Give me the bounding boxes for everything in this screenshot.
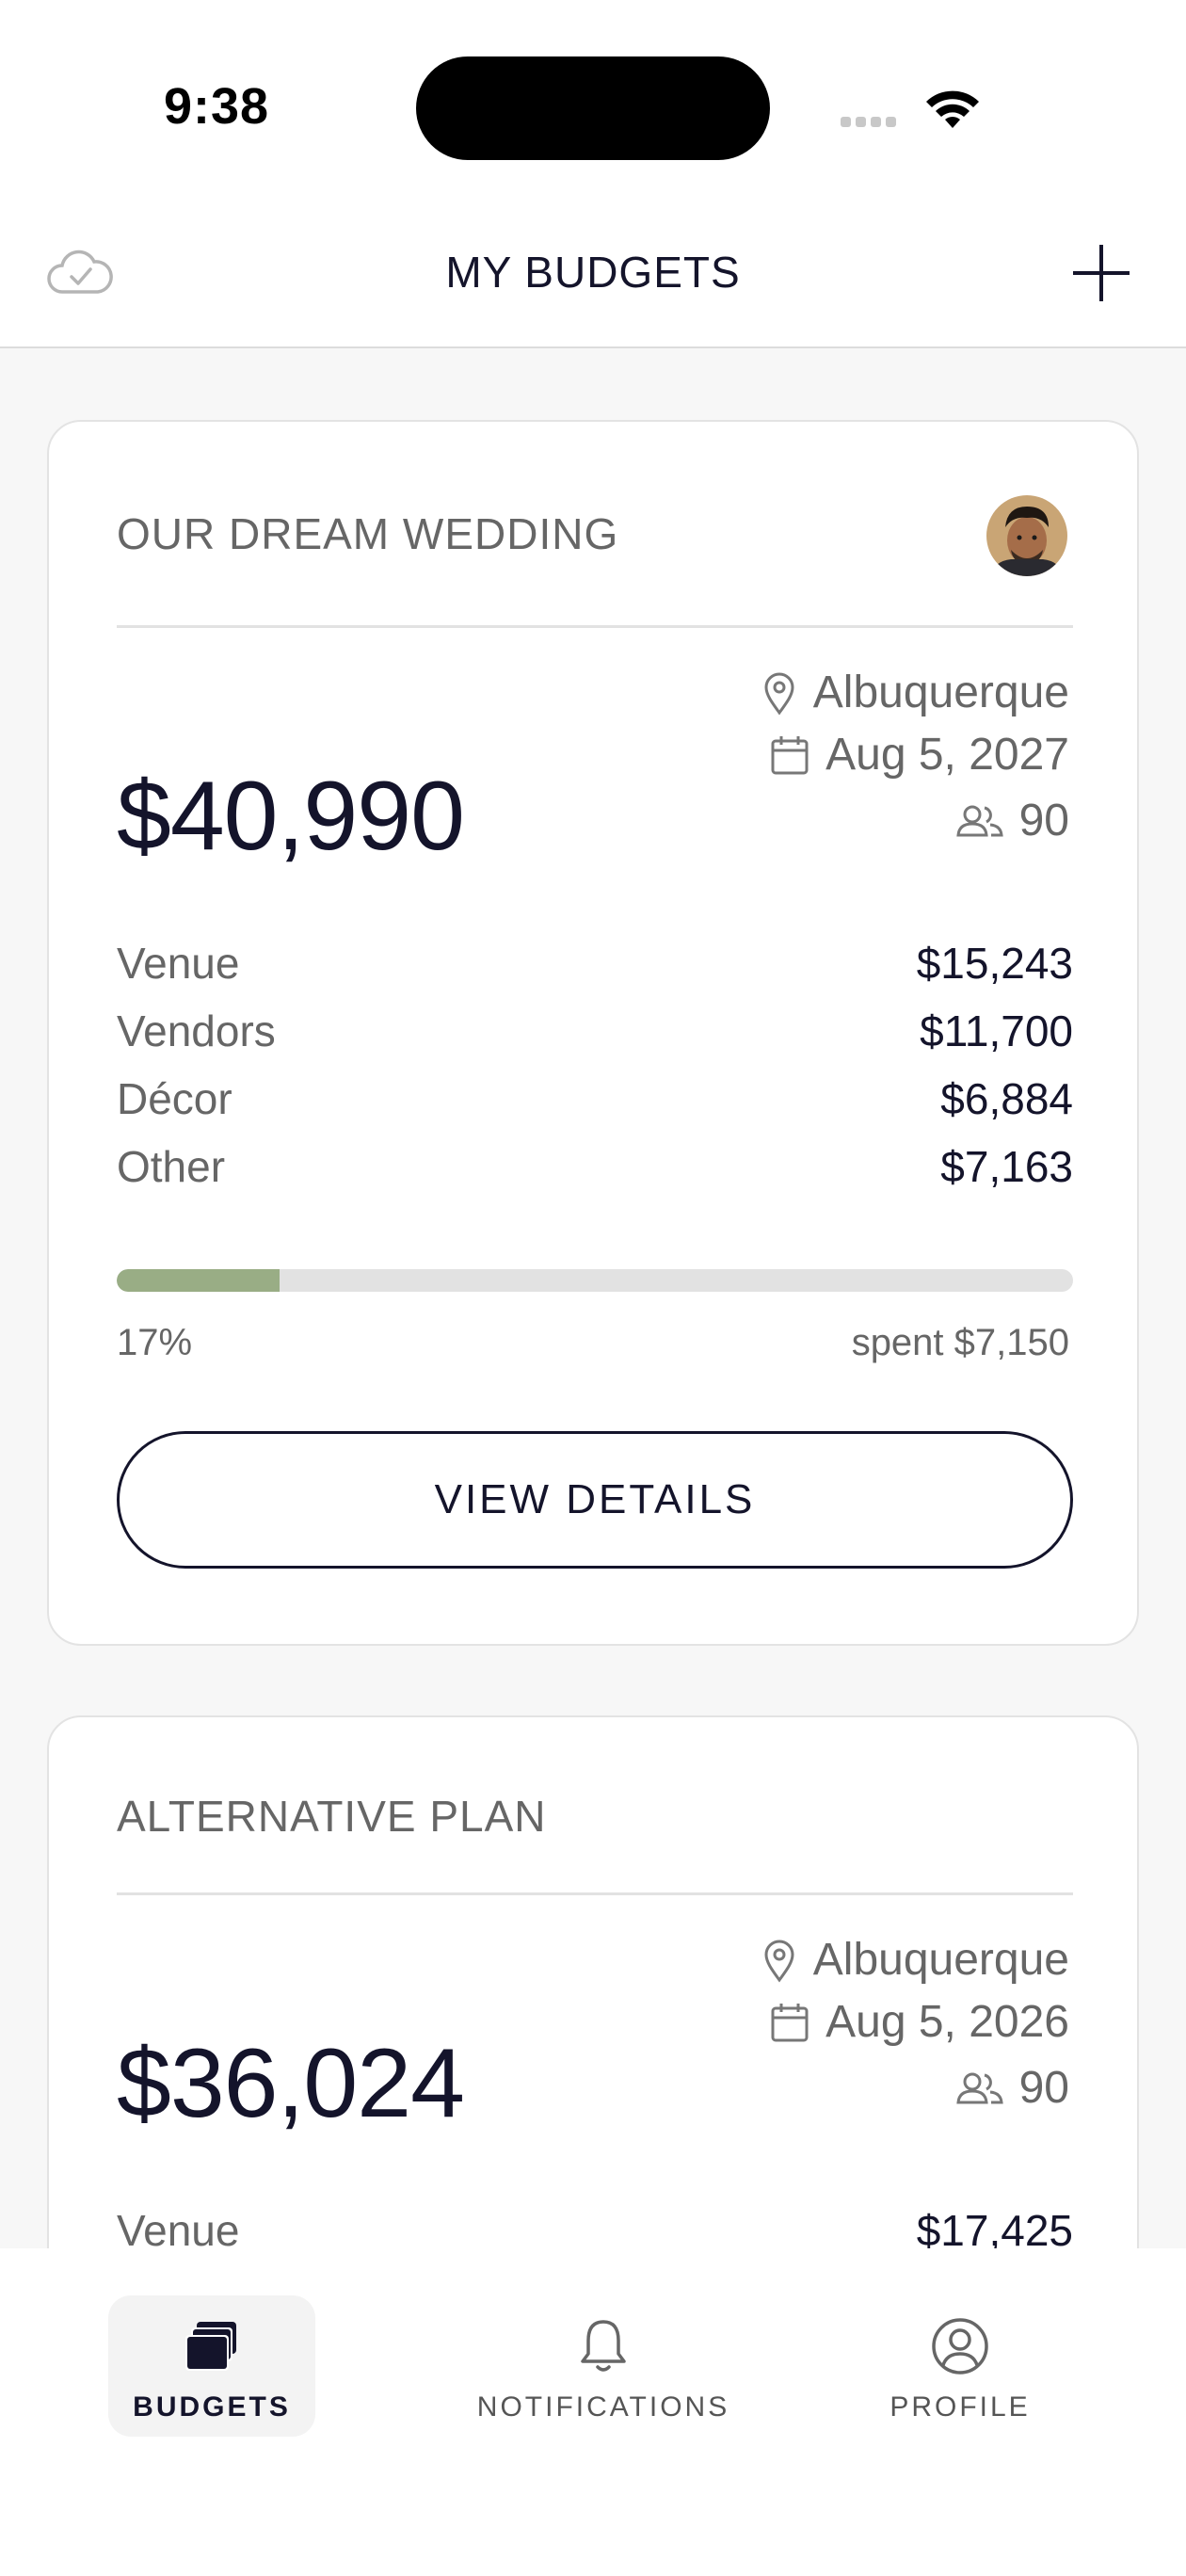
progress-percent: 17%: [117, 1322, 193, 1363]
line-item-venue: Venue $15,243: [117, 938, 1073, 994]
date-text: Aug 5, 2027: [825, 730, 1069, 780]
line-value: $15,243: [916, 939, 1073, 988]
line-label: Décor: [117, 1074, 232, 1123]
location-pin-icon: [764, 672, 794, 716]
line-value: $17,425: [916, 2206, 1073, 2248]
add-budget-button[interactable]: [1067, 239, 1135, 307]
line-item-decor: Décor $6,884: [117, 1073, 1073, 1130]
line-item-vendors: Vendors $11,700: [117, 1006, 1073, 1062]
app-header: MY BUDGETS: [0, 198, 1186, 348]
location-text: Albuquerque: [812, 668, 1069, 717]
guests-icon: [955, 2072, 1003, 2103]
status-time: 9:38: [164, 78, 270, 135]
divider: [117, 625, 1073, 628]
tab-profile[interactable]: PROFILE: [866, 2295, 1054, 2437]
line-label: Venue: [117, 939, 240, 988]
page-title: MY BUDGETS: [445, 248, 741, 297]
budget-list[interactable]: OUR DREAM WEDDING $40,990 Albuquerque Au…: [0, 350, 1186, 2248]
line-label: Venue: [117, 2206, 240, 2248]
avatar[interactable]: [986, 495, 1067, 576]
location-pin-icon: [764, 1940, 794, 1983]
spent-amount: spent $7,150: [851, 1322, 1069, 1363]
progress-bar: [117, 1269, 1073, 1292]
cellular-signal-icon: [841, 115, 906, 128]
view-details-button[interactable]: VIEW DETAILS: [117, 1431, 1073, 1569]
tab-budgets[interactable]: BUDGETS: [108, 2295, 315, 2437]
guests-icon: [955, 805, 1003, 836]
wifi-icon: [926, 90, 979, 128]
location-row: Albuquerque: [761, 667, 1069, 718]
tab-bar: BUDGETS NOTIFICATIONS PROFILE: [0, 2248, 1186, 2576]
budget-title: OUR DREAM WEDDING: [117, 509, 619, 558]
guests-count: 90: [1018, 2063, 1069, 2113]
divider: [117, 1892, 1073, 1895]
budgets-icon: [185, 2322, 236, 2371]
tab-notifications[interactable]: NOTIFICATIONS: [476, 2295, 730, 2437]
line-value: $11,700: [920, 1006, 1073, 1055]
budget-title: ALTERNATIVE PLAN: [117, 1792, 547, 1841]
line-item-venue: Venue $17,425: [117, 2205, 1073, 2248]
line-label: Other: [117, 1142, 226, 1191]
budget-total: $36,024: [117, 2029, 465, 2138]
line-value: $7,163: [940, 1142, 1073, 1191]
guests-row: 90: [955, 795, 1069, 846]
guests-count: 90: [1018, 796, 1069, 845]
location-row: Albuquerque: [761, 1934, 1069, 1986]
date-row: Aug 5, 2027: [769, 729, 1069, 781]
calendar-icon: [771, 2003, 809, 2041]
budget-card[interactable]: ALTERNATIVE PLAN $36,024 Albuquerque Aug…: [47, 1715, 1139, 2248]
dynamic-island: [416, 56, 770, 160]
line-item-other: Other $7,163: [117, 1141, 1073, 1198]
date-row: Aug 5, 2026: [769, 1996, 1069, 2048]
line-label: Vendors: [117, 1006, 276, 1055]
bell-icon: [581, 2320, 626, 2372]
tab-label: NOTIFICATIONS: [476, 2391, 730, 2423]
status-bar: 9:38: [0, 0, 1186, 198]
budget-card[interactable]: OUR DREAM WEDDING $40,990 Albuquerque Au…: [47, 420, 1139, 1646]
line-value: $6,884: [940, 1074, 1073, 1123]
guests-row: 90: [955, 2062, 1069, 2114]
calendar-icon: [771, 735, 809, 774]
progress-fill: [117, 1269, 280, 1292]
profile-icon: [932, 2318, 988, 2375]
budget-total: $40,990: [117, 762, 465, 871]
tab-label: PROFILE: [890, 2391, 1031, 2423]
date-text: Aug 5, 2026: [825, 1997, 1069, 2047]
location-text: Albuquerque: [812, 1935, 1069, 1985]
tab-label: BUDGETS: [133, 2391, 291, 2423]
